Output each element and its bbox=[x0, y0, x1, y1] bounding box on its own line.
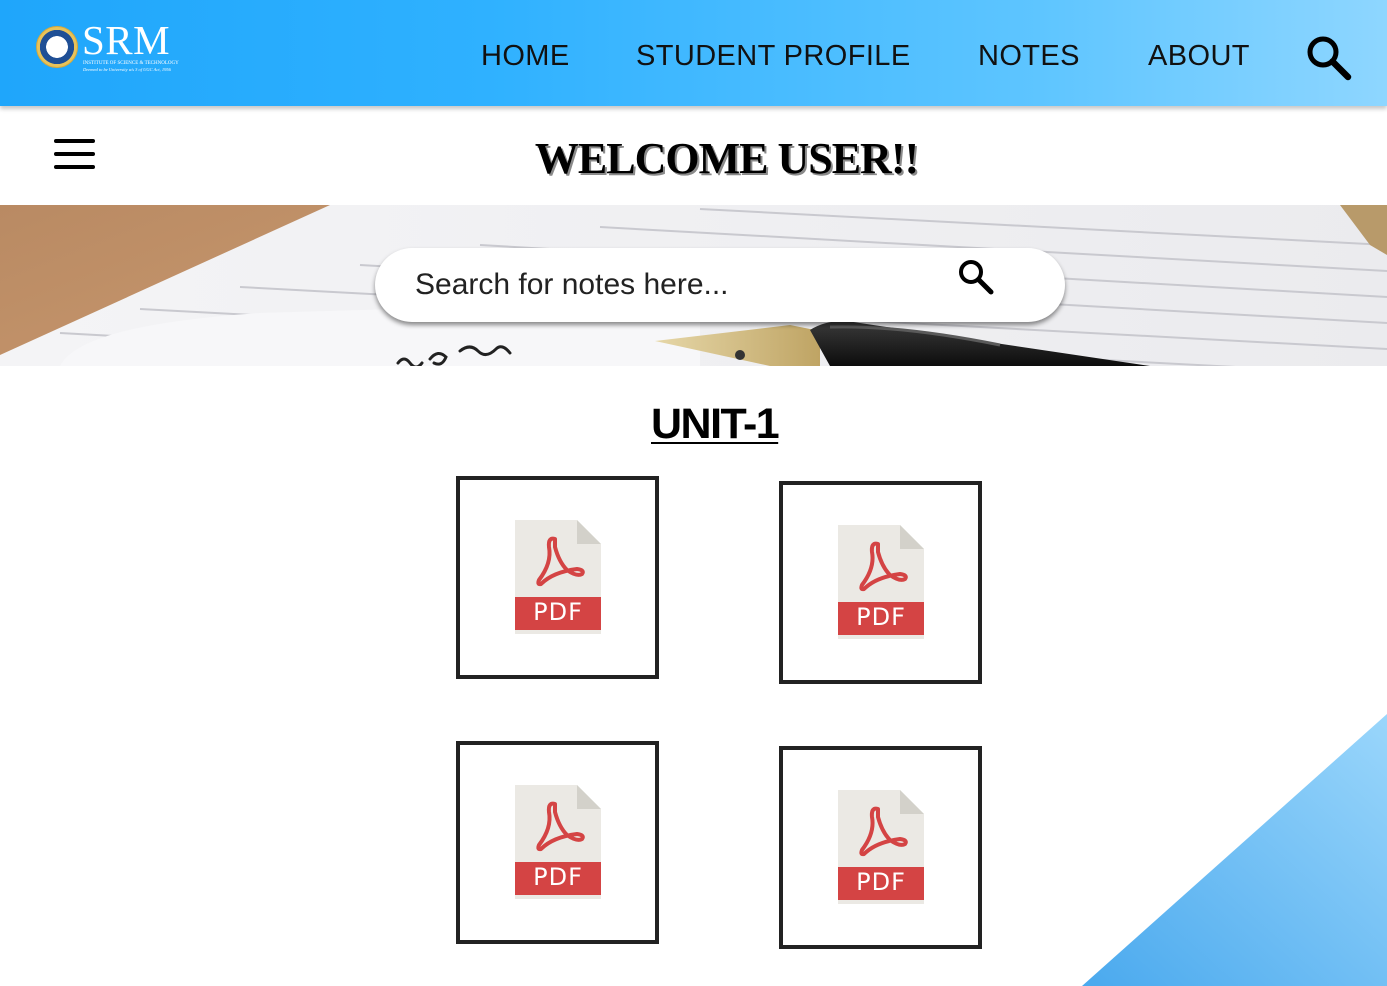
pdf-file-card[interactable]: PDF bbox=[456, 476, 659, 679]
notes-search-bar[interactable] bbox=[375, 248, 1065, 322]
decorative-corner-shape bbox=[1082, 714, 1387, 986]
nav-student-profile-link[interactable]: STUDENT PROFILE bbox=[636, 38, 911, 74]
welcome-heading: WELCOME USER!! bbox=[534, 134, 919, 183]
srm-logo[interactable]: SRM INSTITUTE OF SCIENCE & TECHNOLOGY De… bbox=[36, 20, 181, 76]
pdf-file-card[interactable]: PDF bbox=[779, 746, 982, 949]
pdf-file-icon: PDF bbox=[515, 785, 603, 899]
unit-heading: UNIT-1 bbox=[651, 400, 780, 448]
search-icon[interactable] bbox=[1305, 34, 1353, 82]
pdf-file-icon: PDF bbox=[838, 525, 926, 639]
pdf-label: PDF bbox=[856, 603, 906, 631]
pdf-file-card[interactable]: PDF bbox=[456, 741, 659, 944]
logo-text: SRM bbox=[82, 17, 171, 63]
srm-emblem-icon bbox=[36, 26, 78, 68]
notes-search-input[interactable] bbox=[415, 264, 935, 306]
logo-tagline: Deemed to be University u/s 3 of UGC Act… bbox=[83, 67, 171, 72]
nav-about-link[interactable]: ABOUT bbox=[1148, 38, 1250, 74]
pdf-file-card[interactable]: PDF bbox=[779, 481, 982, 684]
pdf-file-icon: PDF bbox=[838, 790, 926, 904]
pdf-file-icon: PDF bbox=[515, 520, 603, 634]
top-nav-bar: SRM INSTITUTE OF SCIENCE & TECHNOLOGY De… bbox=[0, 0, 1387, 106]
nav-home-link[interactable]: HOME bbox=[481, 38, 570, 74]
pdf-label: PDF bbox=[533, 598, 583, 626]
pdf-label: PDF bbox=[533, 863, 583, 891]
search-icon[interactable] bbox=[957, 258, 995, 296]
pdf-label: PDF bbox=[856, 868, 906, 896]
nav-notes-link[interactable]: NOTES bbox=[978, 38, 1080, 74]
